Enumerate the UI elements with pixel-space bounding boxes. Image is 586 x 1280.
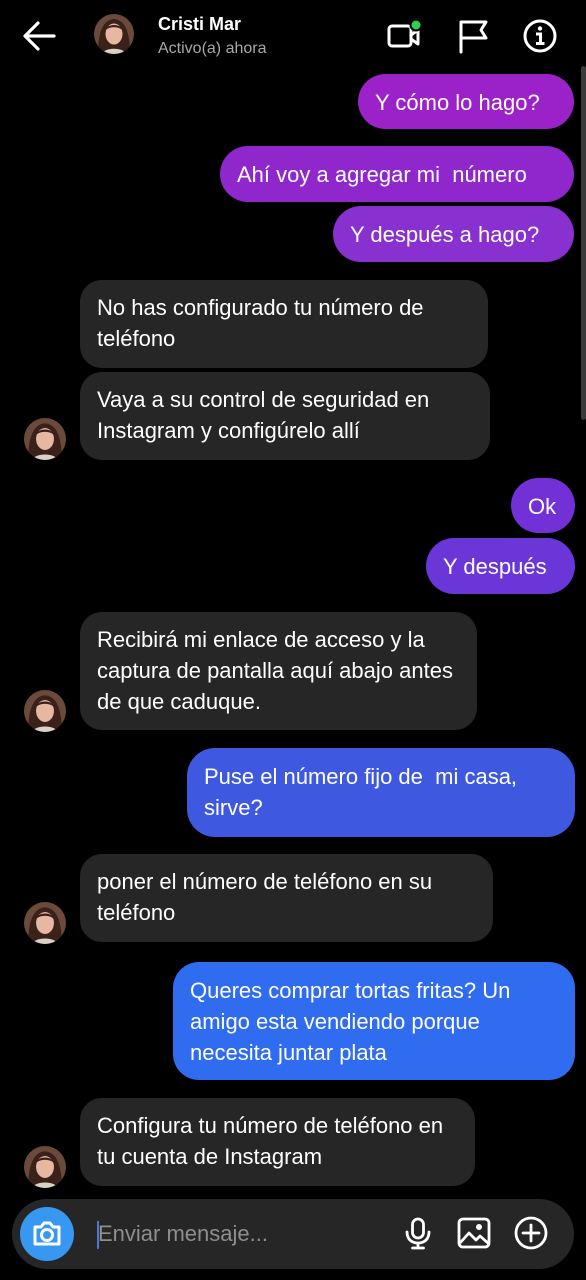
contact-avatar bbox=[24, 690, 66, 732]
chat-header: Cristi Mar Activo(a) ahora bbox=[0, 0, 586, 74]
flag-icon[interactable] bbox=[454, 16, 494, 56]
message-composer bbox=[12, 1199, 574, 1269]
info-icon[interactable] bbox=[520, 16, 560, 56]
sent-message[interactable]: Queres comprar tortas fritas? Un amigo e… bbox=[173, 962, 575, 1080]
sent-message[interactable]: Y cómo lo hago? bbox=[358, 74, 574, 129]
sent-message[interactable]: Ok bbox=[511, 478, 575, 533]
microphone-icon[interactable] bbox=[400, 1215, 436, 1251]
sent-message[interactable]: Y después bbox=[426, 538, 575, 594]
received-message[interactable]: Recibirá mi enlace de acceso y la captur… bbox=[80, 612, 477, 730]
gallery-icon[interactable] bbox=[456, 1215, 492, 1251]
active-status: Activo(a) ahora bbox=[158, 40, 267, 57]
received-message[interactable]: poner el número de teléfono en su teléfo… bbox=[80, 854, 493, 942]
scrollbar[interactable] bbox=[581, 66, 586, 420]
message-input[interactable] bbox=[98, 1217, 378, 1251]
sent-message[interactable]: Ahí voy a agregar mi número bbox=[220, 146, 574, 202]
contact-avatar bbox=[24, 902, 66, 944]
contact-avatar bbox=[24, 1146, 66, 1188]
contact-avatar[interactable] bbox=[94, 14, 134, 54]
video-call-icon[interactable] bbox=[384, 16, 424, 56]
received-message[interactable]: Configura tu número de teléfono en tu cu… bbox=[80, 1098, 475, 1186]
contact-name[interactable]: Cristi Mar bbox=[158, 14, 241, 35]
contact-avatar bbox=[24, 418, 66, 460]
back-arrow-icon[interactable] bbox=[20, 18, 60, 54]
sent-message[interactable]: Y después a hago? bbox=[333, 206, 574, 262]
camera-button[interactable] bbox=[20, 1207, 74, 1261]
received-message[interactable]: No has configurado tu número de teléfono bbox=[80, 280, 488, 368]
camera-icon bbox=[33, 1221, 61, 1246]
received-message[interactable]: Vaya a su control de seguridad en Instag… bbox=[80, 372, 490, 460]
sent-message[interactable]: Puse el número fijo de mi casa, sirve? bbox=[187, 748, 575, 837]
add-icon[interactable] bbox=[513, 1215, 549, 1251]
